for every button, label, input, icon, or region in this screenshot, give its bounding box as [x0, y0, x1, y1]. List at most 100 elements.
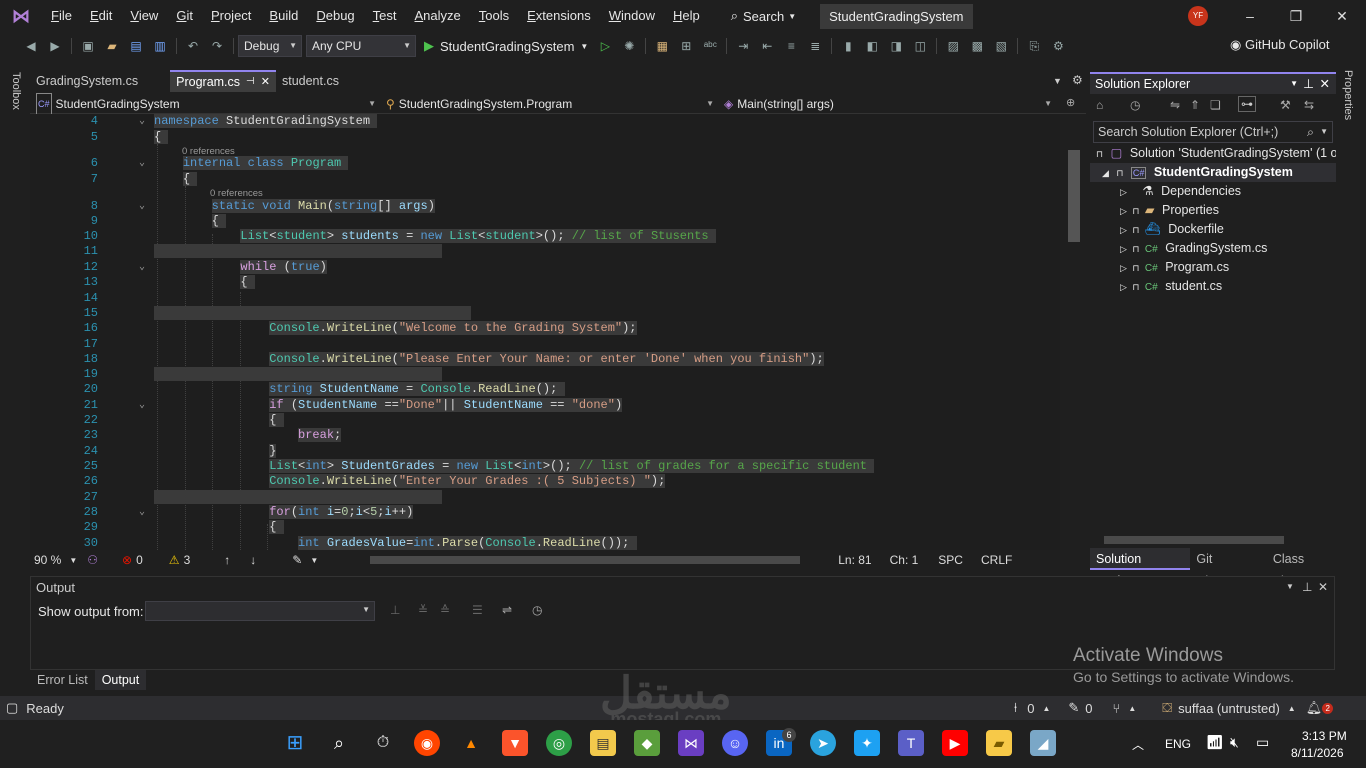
discord-icon[interactable]: ☺: [722, 730, 748, 756]
menu-view[interactable]: View: [121, 0, 167, 32]
code-editor[interactable]: 4 ⌄ namespace StudentGradingSystem 5{ 0 re…: [30, 114, 1060, 550]
word-wrap-icon[interactable]: ⇌: [502, 603, 512, 617]
whitespace-mode[interactable]: SPC: [938, 553, 963, 567]
next-message-icon[interactable]: ≙: [440, 603, 450, 617]
stopwatch-icon[interactable]: ⏱: [370, 730, 396, 756]
bookmark-icon[interactable]: ▮: [839, 37, 857, 55]
open-folder-icon[interactable]: ▰: [103, 37, 121, 55]
line-ending[interactable]: CRLF: [981, 553, 1012, 567]
uncomment-icon[interactable]: ≣: [806, 37, 824, 55]
youtube-icon[interactable]: ▶: [942, 730, 968, 756]
layout-icon[interactable]: ⊞: [677, 37, 695, 55]
se-horizontal-scrollbar[interactable]: [1104, 536, 1284, 544]
tab-gradingsystem[interactable]: GradingSystem.cs: [30, 70, 144, 92]
preview-icon[interactable]: ⇆: [1304, 98, 1314, 112]
close-icon[interactable]: ✕: [1318, 580, 1328, 594]
platform-select[interactable]: Any CPU ▼: [306, 35, 416, 57]
solution-search-input[interactable]: Search Solution Explorer (Ctrl+;) ⌕ ▼: [1093, 121, 1333, 143]
find-message-icon[interactable]: ⊥: [390, 603, 400, 617]
tab-output[interactable]: Output: [94, 670, 147, 690]
tree-item-program[interactable]: ▷ ⊓ C# Program.cs: [1090, 258, 1336, 277]
prev-bookmark-icon[interactable]: ◧: [863, 37, 881, 55]
line-number[interactable]: Ln: 81: [838, 553, 871, 567]
output-source-select[interactable]: ▼: [145, 601, 375, 621]
search-button[interactable]: ⌕ Search ▼: [723, 8, 804, 24]
class-dropdown[interactable]: ⚲ StudentGradingSystem.Program ▼: [380, 94, 718, 114]
github-copilot-button[interactable]: ◉ GitHub Copilot: [1230, 37, 1330, 53]
arrow-down-icon[interactable]: ↓: [250, 553, 256, 567]
battery-icon[interactable]: ▭: [1256, 734, 1269, 751]
close-icon[interactable]: ✕: [261, 71, 270, 93]
comment-icon[interactable]: ≡: [782, 37, 800, 55]
menu-extensions[interactable]: Extensions: [518, 0, 600, 32]
menu-help[interactable]: Help: [664, 0, 709, 32]
performance-icon[interactable]: ▩: [968, 37, 986, 55]
folder-view-icon[interactable]: ▦: [653, 37, 671, 55]
undo-icon[interactable]: ↶: [184, 37, 202, 55]
clear-bookmarks-icon[interactable]: ◫: [911, 37, 929, 55]
start-icon[interactable]: ⊞: [282, 730, 308, 756]
member-dropdown[interactable]: ◈ Main(string[] args) ▼: [718, 94, 1056, 114]
menu-tools[interactable]: Tools: [470, 0, 518, 32]
visual-studio-icon[interactable]: ⋈: [678, 730, 704, 756]
tree-item-properties[interactable]: ▷ ⊓ ▰ Properties: [1090, 201, 1336, 220]
commits-count[interactable]: 0: [1027, 701, 1034, 716]
tab-student[interactable]: student.cs: [276, 70, 345, 92]
chevron-up-icon[interactable]: ︿: [1132, 736, 1144, 753]
tab-program[interactable]: Program.cs ⊣ ✕: [170, 70, 276, 92]
menu-edit[interactable]: Edit: [81, 0, 121, 32]
live-share-icon[interactable]: ⎘: [1025, 37, 1043, 55]
app-icon-2[interactable]: ◢: [1030, 730, 1056, 756]
save-all-icon[interactable]: ▥: [151, 37, 169, 55]
avatar[interactable]: YF: [1188, 6, 1208, 26]
intellicode-icon[interactable]: ⚇: [87, 553, 98, 567]
file-explorer-icon[interactable]: ▰: [986, 730, 1012, 756]
profiler-icon[interactable]: ▧: [992, 37, 1010, 55]
chevron-up-icon[interactable]: ▲: [1042, 704, 1050, 713]
tab-class-view[interactable]: Class View: [1267, 548, 1336, 588]
tab-list-dropdown-icon[interactable]: ▼: [1053, 76, 1062, 86]
vlc-icon[interactable]: ▲: [458, 730, 484, 756]
menu-analyze[interactable]: Analyze: [406, 0, 470, 32]
notification-bell-icon[interactable]: 🔔︎: [1306, 700, 1323, 716]
wifi-icon[interactable]: 📶︎: [1206, 734, 1224, 751]
visual-studio-logo-icon[interactable]: ⋈: [10, 5, 32, 27]
collapse-icon[interactable]: ⇑: [1190, 98, 1200, 112]
tab-error-list[interactable]: Error List: [30, 670, 95, 690]
warning-count[interactable]: 3: [184, 553, 191, 567]
search-icon[interactable]: ⌕: [326, 730, 352, 756]
clock-date[interactable]: 8/11/2026: [1291, 746, 1344, 760]
new-project-icon[interactable]: ▣: [79, 37, 97, 55]
filter-icon[interactable]: ⊶: [1238, 96, 1256, 112]
twitter-icon[interactable]: ✦: [854, 730, 880, 756]
codelens-references[interactable]: 0 references: [210, 188, 263, 199]
close-icon[interactable]: ✕: [1320, 74, 1330, 94]
reddit-icon[interactable]: ◉: [414, 730, 440, 756]
prev-message-icon[interactable]: ≚: [418, 603, 428, 617]
show-all-icon[interactable]: ❏: [1210, 98, 1221, 112]
settings-gear-icon[interactable]: ⚙: [1072, 73, 1083, 87]
menu-project[interactable]: Project: [202, 0, 260, 32]
menu-git[interactable]: Git: [167, 0, 202, 32]
tree-project[interactable]: ◢ ⊓ C# StudentGradingSystem: [1090, 163, 1336, 182]
app-icon[interactable]: ◆: [634, 730, 660, 756]
start-debugging-button[interactable]: ▶ StudentGradingSystem ▼: [424, 38, 588, 54]
toolbox-tab[interactable]: Toolbox: [10, 72, 22, 110]
pin-icon[interactable]: ⊣: [246, 71, 255, 93]
menu-test[interactable]: Test: [364, 0, 406, 32]
split-editor-icon[interactable]: ⊕: [1066, 96, 1075, 109]
close-icon[interactable]: ✕: [1332, 6, 1352, 26]
clear-all-icon[interactable]: ☰: [472, 603, 483, 617]
edits-count[interactable]: 0: [1085, 701, 1092, 716]
home-icon[interactable]: ⌂: [1096, 98, 1103, 112]
horizontal-scrollbar[interactable]: [370, 556, 800, 564]
brave-icon[interactable]: ▼: [502, 730, 528, 756]
arrow-up-icon[interactable]: ↑: [224, 553, 230, 567]
history-icon[interactable]: ◷: [1130, 98, 1140, 112]
chevron-up-icon[interactable]: ▲: [1288, 704, 1296, 713]
project-dropdown[interactable]: C# StudentGradingSystem ▼: [30, 93, 380, 115]
tools-icon[interactable]: ⚙: [1049, 37, 1067, 55]
column-number[interactable]: Ch: 1: [890, 553, 919, 567]
tree-item-dependencies[interactable]: ▷ ⚗ Dependencies: [1090, 182, 1336, 201]
pin-icon[interactable]: ⊥: [1302, 580, 1312, 594]
